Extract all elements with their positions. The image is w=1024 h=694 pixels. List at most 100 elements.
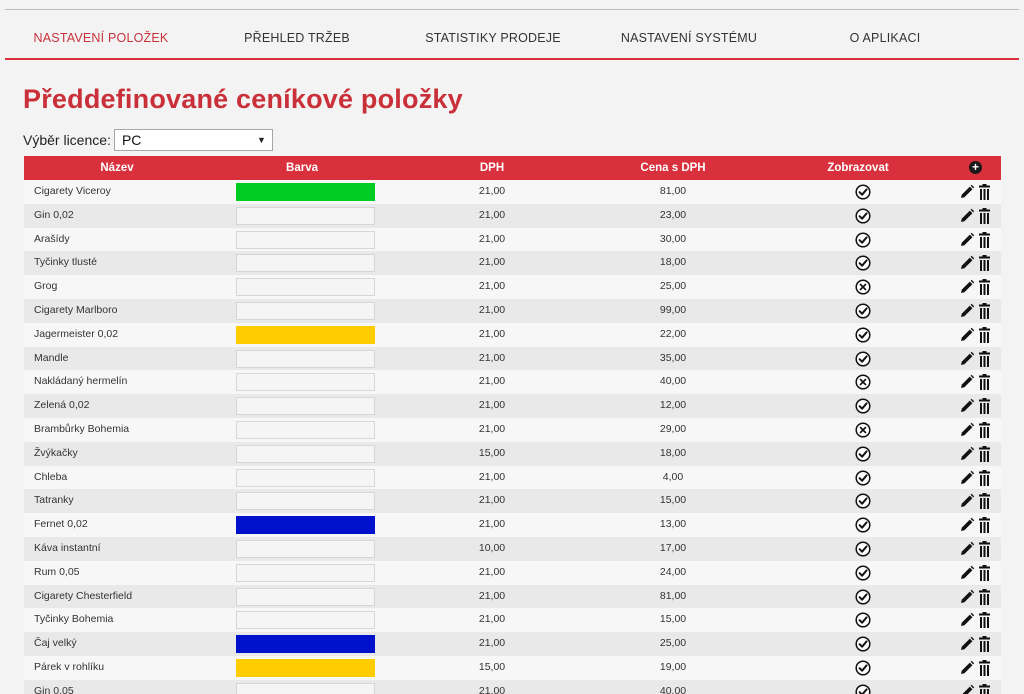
delete-trash-icon[interactable] xyxy=(979,231,990,248)
color-swatch[interactable] xyxy=(236,539,375,558)
color-swatch[interactable] xyxy=(236,635,375,654)
page-title: Předdefinované ceníkové položky xyxy=(23,84,463,114)
edit-pencil-icon[interactable] xyxy=(959,208,975,224)
color-swatch[interactable] xyxy=(236,397,375,416)
color-swatch[interactable] xyxy=(236,563,375,582)
visible-check-icon[interactable] xyxy=(855,398,871,414)
delete-trash-icon[interactable] xyxy=(979,350,990,367)
visible-check-icon[interactable] xyxy=(855,588,871,605)
edit-pencil-icon[interactable] xyxy=(959,398,975,414)
color-swatch[interactable] xyxy=(236,658,375,677)
delete-trash-icon[interactable] xyxy=(979,469,990,486)
hidden-cross-icon[interactable] xyxy=(855,422,871,438)
visible-check-icon[interactable] xyxy=(855,660,871,676)
edit-pencil-icon[interactable] xyxy=(959,303,975,319)
delete-trash-icon[interactable] xyxy=(979,493,990,510)
color-swatch[interactable] xyxy=(236,444,375,463)
delete-trash-icon[interactable] xyxy=(979,540,990,557)
visible-check-icon[interactable] xyxy=(855,232,871,248)
delete-trash-icon[interactable] xyxy=(979,445,990,462)
delete-trash-icon[interactable] xyxy=(979,302,990,319)
edit-pencil-icon[interactable] xyxy=(959,374,975,390)
visible-check-icon[interactable] xyxy=(855,612,871,628)
item-name: Párek v rohlíku xyxy=(34,660,105,673)
color-swatch[interactable] xyxy=(236,325,375,344)
edit-pencil-icon[interactable] xyxy=(959,327,975,343)
item-dph: 15,00 xyxy=(478,446,506,459)
item-name: Tyčinky tlusté xyxy=(34,256,98,269)
nav-item-prehled-trzeb[interactable]: PŘEHLED TRŽEB xyxy=(244,31,350,45)
delete-trash-icon[interactable] xyxy=(979,326,990,343)
color-swatch[interactable] xyxy=(236,278,375,297)
visible-check-icon[interactable] xyxy=(855,446,871,462)
delete-trash-icon[interactable] xyxy=(979,184,990,200)
delete-trash-icon[interactable] xyxy=(979,279,990,296)
edit-pencil-icon[interactable] xyxy=(959,232,975,248)
delete-trash-icon[interactable] xyxy=(979,683,990,694)
visible-check-icon[interactable] xyxy=(855,208,871,224)
visible-check-icon[interactable] xyxy=(855,255,871,271)
edit-pencil-icon[interactable] xyxy=(959,565,975,581)
delete-trash-icon[interactable] xyxy=(979,612,990,629)
visible-check-icon[interactable] xyxy=(855,351,871,367)
delete-trash-icon[interactable] xyxy=(979,421,990,438)
color-swatch[interactable] xyxy=(236,420,375,439)
visible-check-icon[interactable] xyxy=(855,493,871,509)
visible-check-icon[interactable] xyxy=(855,636,871,652)
edit-pencil-icon[interactable] xyxy=(959,612,975,628)
color-swatch[interactable] xyxy=(236,587,375,606)
visible-check-icon[interactable] xyxy=(855,470,871,486)
delete-trash-icon[interactable] xyxy=(979,517,990,534)
edit-pencil-icon[interactable] xyxy=(959,541,975,557)
delete-trash-icon[interactable] xyxy=(979,564,990,581)
visible-check-icon[interactable] xyxy=(855,184,871,200)
visible-check-icon[interactable] xyxy=(855,565,871,581)
visible-check-icon[interactable] xyxy=(855,541,871,557)
license-select[interactable]: PC ▼ xyxy=(113,128,273,151)
nav-item-nastaveni-polozek[interactable]: NASTAVENÍ POLOŽEK xyxy=(34,31,169,45)
edit-pencil-icon[interactable] xyxy=(959,351,975,367)
color-swatch[interactable] xyxy=(236,183,375,201)
delete-trash-icon[interactable] xyxy=(979,374,990,391)
color-swatch[interactable] xyxy=(236,254,375,273)
color-swatch[interactable] xyxy=(236,682,375,694)
delete-trash-icon[interactable] xyxy=(979,398,990,415)
color-swatch[interactable] xyxy=(236,516,375,535)
edit-pencil-icon[interactable] xyxy=(959,446,975,462)
hidden-cross-icon[interactable] xyxy=(855,374,871,390)
visible-check-icon[interactable] xyxy=(855,327,871,343)
nav-item-statistiky-prodeje[interactable]: STATISTIKY PRODEJE xyxy=(425,31,561,45)
visible-check-icon[interactable] xyxy=(855,303,871,319)
edit-pencil-icon[interactable] xyxy=(959,517,975,533)
add-item-button[interactable]: + xyxy=(969,161,982,174)
hidden-cross-icon[interactable] xyxy=(855,279,871,295)
nav-item-o-aplikaci[interactable]: O APLIKACI xyxy=(850,31,921,45)
item-dph: 21,00 xyxy=(478,637,506,650)
edit-pencil-icon[interactable] xyxy=(959,684,975,694)
delete-trash-icon[interactable] xyxy=(979,207,990,224)
color-swatch[interactable] xyxy=(236,301,375,320)
edit-pencil-icon[interactable] xyxy=(959,660,975,676)
color-swatch[interactable] xyxy=(236,468,375,487)
visible-check-icon[interactable] xyxy=(855,684,871,694)
color-swatch[interactable] xyxy=(236,492,375,511)
delete-trash-icon[interactable] xyxy=(979,636,990,653)
edit-pencil-icon[interactable] xyxy=(959,589,975,605)
delete-trash-icon[interactable] xyxy=(979,588,990,605)
nav-item-nastaveni-systemu[interactable]: NASTAVENÍ SYSTÉMU xyxy=(621,31,757,45)
edit-pencil-icon[interactable] xyxy=(959,636,975,652)
edit-pencil-icon[interactable] xyxy=(959,493,975,509)
color-swatch[interactable] xyxy=(236,611,375,630)
color-swatch[interactable] xyxy=(236,206,375,225)
delete-trash-icon[interactable] xyxy=(979,659,990,676)
edit-pencil-icon[interactable] xyxy=(959,422,975,438)
edit-pencil-icon[interactable] xyxy=(959,255,975,271)
color-swatch[interactable] xyxy=(236,373,375,392)
delete-trash-icon[interactable] xyxy=(979,255,990,272)
edit-pencil-icon[interactable] xyxy=(959,279,975,295)
color-swatch[interactable] xyxy=(236,230,375,249)
color-swatch[interactable] xyxy=(236,349,375,368)
edit-pencil-icon[interactable] xyxy=(959,470,975,486)
visible-check-icon[interactable] xyxy=(855,517,871,533)
edit-pencil-icon[interactable] xyxy=(959,184,975,200)
